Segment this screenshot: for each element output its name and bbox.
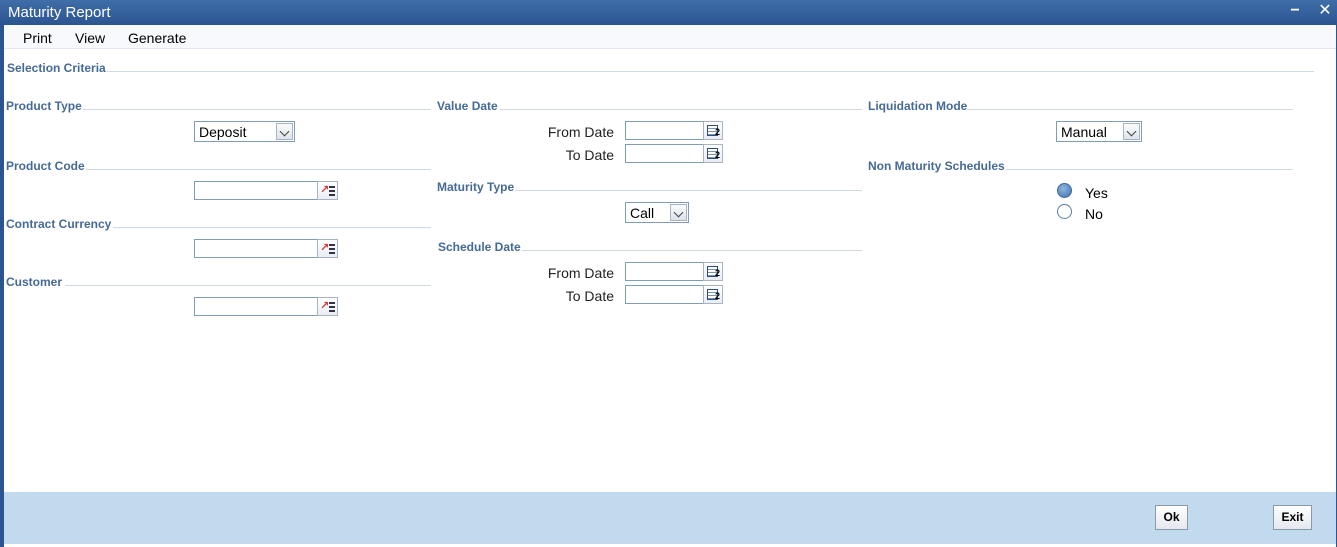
product-type-value: Deposit bbox=[199, 124, 247, 140]
schedule-to-date-input[interactable] bbox=[625, 285, 704, 304]
product-code-divider bbox=[86, 169, 431, 170]
non-maturity-yes-label: Yes bbox=[1085, 185, 1108, 201]
contract-currency-divider bbox=[113, 227, 431, 228]
maturity-type-value: Call bbox=[630, 205, 655, 221]
window-title: Maturity Report bbox=[8, 4, 111, 21]
menu-print[interactable]: Print bbox=[23, 30, 52, 46]
list-of-values-icon: ↗ bbox=[320, 300, 330, 312]
customer-input[interactable] bbox=[194, 297, 318, 316]
customer-divider bbox=[65, 285, 431, 286]
liquidation-mode-select[interactable]: Manual bbox=[1056, 121, 1142, 142]
value-from-date-calendar-button[interactable]: 2 bbox=[703, 121, 723, 140]
value-date-divider bbox=[500, 109, 862, 110]
maturity-type-title: Maturity Type bbox=[437, 180, 515, 194]
exit-button[interactable]: Exit bbox=[1273, 505, 1312, 530]
product-code-lov-button[interactable]: ↗ bbox=[317, 181, 338, 200]
value-from-date-input[interactable] bbox=[625, 121, 704, 140]
non-maturity-no-radio[interactable] bbox=[1057, 204, 1072, 219]
product-type-select[interactable]: Deposit bbox=[194, 121, 295, 142]
close-icon[interactable]: ✕ bbox=[1314, 1, 1336, 23]
menu-bar: Print View Generate bbox=[4, 25, 1336, 49]
liquidation-mode-value: Manual bbox=[1061, 124, 1107, 140]
selection-criteria-title: Selection Criteria bbox=[7, 61, 106, 75]
product-type-title: Product Type bbox=[6, 99, 82, 113]
chevron-down-icon[interactable] bbox=[276, 123, 293, 140]
value-to-date-label: To Date bbox=[565, 147, 614, 163]
value-to-date-input[interactable] bbox=[625, 144, 704, 163]
contract-currency-lov-button[interactable]: ↗ bbox=[317, 239, 338, 258]
non-maturity-schedules-title: Non Maturity Schedules bbox=[868, 159, 1005, 173]
schedule-date-divider bbox=[522, 250, 862, 251]
schedule-to-date-label: To Date bbox=[565, 288, 614, 304]
customer-lov-button[interactable]: ↗ bbox=[317, 297, 338, 316]
list-of-values-icon: ↗ bbox=[320, 184, 330, 196]
maturity-type-select[interactable]: Call bbox=[625, 202, 689, 223]
value-date-title: Value Date bbox=[437, 99, 498, 113]
schedule-date-title: Schedule Date bbox=[438, 240, 521, 254]
chevron-down-icon[interactable] bbox=[1123, 123, 1140, 140]
non-maturity-yes-radio[interactable] bbox=[1057, 183, 1072, 198]
contract-currency-title: Contract Currency bbox=[6, 217, 112, 231]
menu-view[interactable]: View bbox=[75, 30, 105, 46]
ok-button[interactable]: Ok bbox=[1155, 505, 1188, 530]
non-maturity-schedules-divider bbox=[1006, 169, 1293, 170]
maturity-type-divider bbox=[515, 190, 862, 191]
selection-criteria-divider bbox=[107, 71, 1314, 72]
chevron-down-icon[interactable] bbox=[670, 204, 687, 221]
minimize-icon[interactable]: − bbox=[1284, 1, 1306, 23]
liquidation-mode-divider bbox=[967, 109, 1293, 110]
product-type-divider bbox=[83, 109, 431, 110]
product-code-title: Product Code bbox=[6, 159, 85, 173]
schedule-from-date-label: From Date bbox=[547, 265, 614, 281]
customer-title: Customer bbox=[6, 275, 63, 289]
schedule-to-date-calendar-button[interactable]: 2 bbox=[703, 285, 723, 304]
schedule-from-date-calendar-button[interactable]: 2 bbox=[703, 262, 723, 281]
schedule-from-date-input[interactable] bbox=[625, 262, 704, 281]
menu-generate[interactable]: Generate bbox=[128, 30, 186, 46]
liquidation-mode-title: Liquidation Mode bbox=[868, 99, 968, 113]
non-maturity-no-label: No bbox=[1085, 206, 1103, 222]
title-bar: Maturity Report − ✕ bbox=[0, 0, 1337, 25]
value-from-date-label: From Date bbox=[547, 124, 614, 140]
product-code-input[interactable] bbox=[194, 181, 318, 200]
list-of-values-icon: ↗ bbox=[320, 242, 330, 254]
contract-currency-input[interactable] bbox=[194, 239, 318, 258]
footer-bar bbox=[4, 492, 1336, 544]
value-to-date-calendar-button[interactable]: 2 bbox=[703, 144, 723, 163]
